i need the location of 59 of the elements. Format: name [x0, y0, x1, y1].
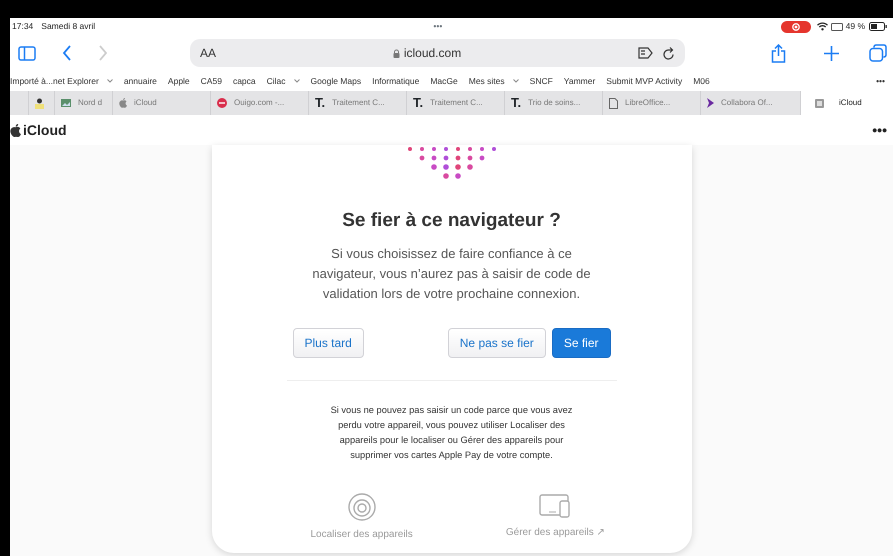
lock-icon [392, 48, 400, 58]
bookmark-item[interactable]: Mes sites [468, 74, 519, 88]
later-button[interactable]: Plus tard [292, 328, 364, 358]
address-text: icloud.com [404, 45, 462, 62]
bookmark-item[interactable]: MacGe [430, 74, 458, 88]
cellular-badge-icon [830, 22, 843, 30]
document-favicon-icon [609, 98, 618, 108]
apple-favicon-icon [119, 98, 127, 108]
bookmark-item[interactable]: CA59 [200, 74, 222, 88]
reload-icon[interactable] [663, 46, 675, 60]
bookmark-item[interactable]: Google Maps [310, 74, 362, 88]
bookmark-item[interactable]: Informatique [372, 74, 420, 88]
apple-logo-icon [10, 124, 21, 136]
text-size-button[interactable]: AA [200, 44, 216, 62]
devices-icon[interactable] [539, 492, 572, 518]
bookmark-item[interactable]: Submit MVP Activity [606, 74, 682, 88]
favicon-letter: T. [315, 94, 326, 112]
trust-button[interactable]: Se fier [552, 328, 610, 358]
multitasking-handle: ••• [433, 21, 442, 32]
status-time: 17:34 [12, 20, 34, 33]
chevron-down-icon [512, 79, 519, 83]
circle-favicon-icon [217, 98, 227, 108]
sidebar-icon[interactable] [18, 46, 36, 60]
dialog-message: Si vous choisissez de faire confiance à ce navigateur, vous n’aurez pas à saisir de code de validation lors de votre prochaine connexion. [311, 244, 592, 303]
more-menu-button[interactable]: ••• [872, 120, 887, 140]
bookmark-item[interactable]: Yammer [564, 74, 596, 88]
wifi-icon [816, 22, 828, 31]
bookmark-item[interactable]: SNCF [530, 74, 553, 88]
figure-favicon-icon [35, 98, 44, 108]
brand-name: iCloud [23, 120, 67, 140]
square-favicon-icon [815, 98, 824, 108]
browser-tab[interactable]: iCloud [800, 91, 893, 115]
favicon-letter: T. [413, 94, 424, 112]
favicon-letter: T. [511, 94, 522, 112]
address-bar[interactable]: AA icloud.com [190, 39, 685, 67]
new-tab-icon[interactable] [824, 46, 839, 60]
bookmark-item[interactable]: annuaire [124, 74, 157, 88]
back-icon[interactable] [62, 45, 72, 61]
bookmark-item[interactable]: Apple [168, 74, 190, 88]
bookmark-item[interactable]: capca [232, 74, 256, 88]
status-date: Samedi 8 avril [41, 20, 96, 33]
help-text: Si vous ne pouvez pas saisir un code parce que vous avez perdu votre appareil, vous pouvez utiliser Localiser des appareils pour le localiser ou Gérer des appareils pour supprimer vos cartes Apple Pay de votre compte. [330, 404, 574, 462]
chevron-favicon-icon [707, 98, 714, 108]
battery-icon [869, 22, 887, 31]
bookmark-item[interactable]: M06 [693, 74, 710, 88]
dialog-button[interactable]: Ne pas se fier [448, 328, 546, 358]
bookmark-item[interactable]: Cilac [266, 74, 300, 88]
tabs-overview-icon[interactable] [869, 44, 887, 62]
battery-percent: 49 % [846, 20, 865, 33]
share-icon[interactable] [771, 44, 786, 62]
bookmark-item[interactable]: Importé à...net Explorer [10, 74, 113, 88]
radar-icon[interactable] [348, 492, 376, 520]
chevron-down-icon [106, 79, 113, 83]
more-bookmarks-button[interactable]: ••• [876, 74, 885, 88]
chevron-down-icon [294, 79, 300, 83]
recording-indicator-icon [780, 20, 811, 32]
dialog-title: Se fier à ce navigateur ? [342, 209, 561, 233]
image-favicon-icon [61, 99, 71, 107]
reader-icon[interactable] [638, 47, 653, 59]
